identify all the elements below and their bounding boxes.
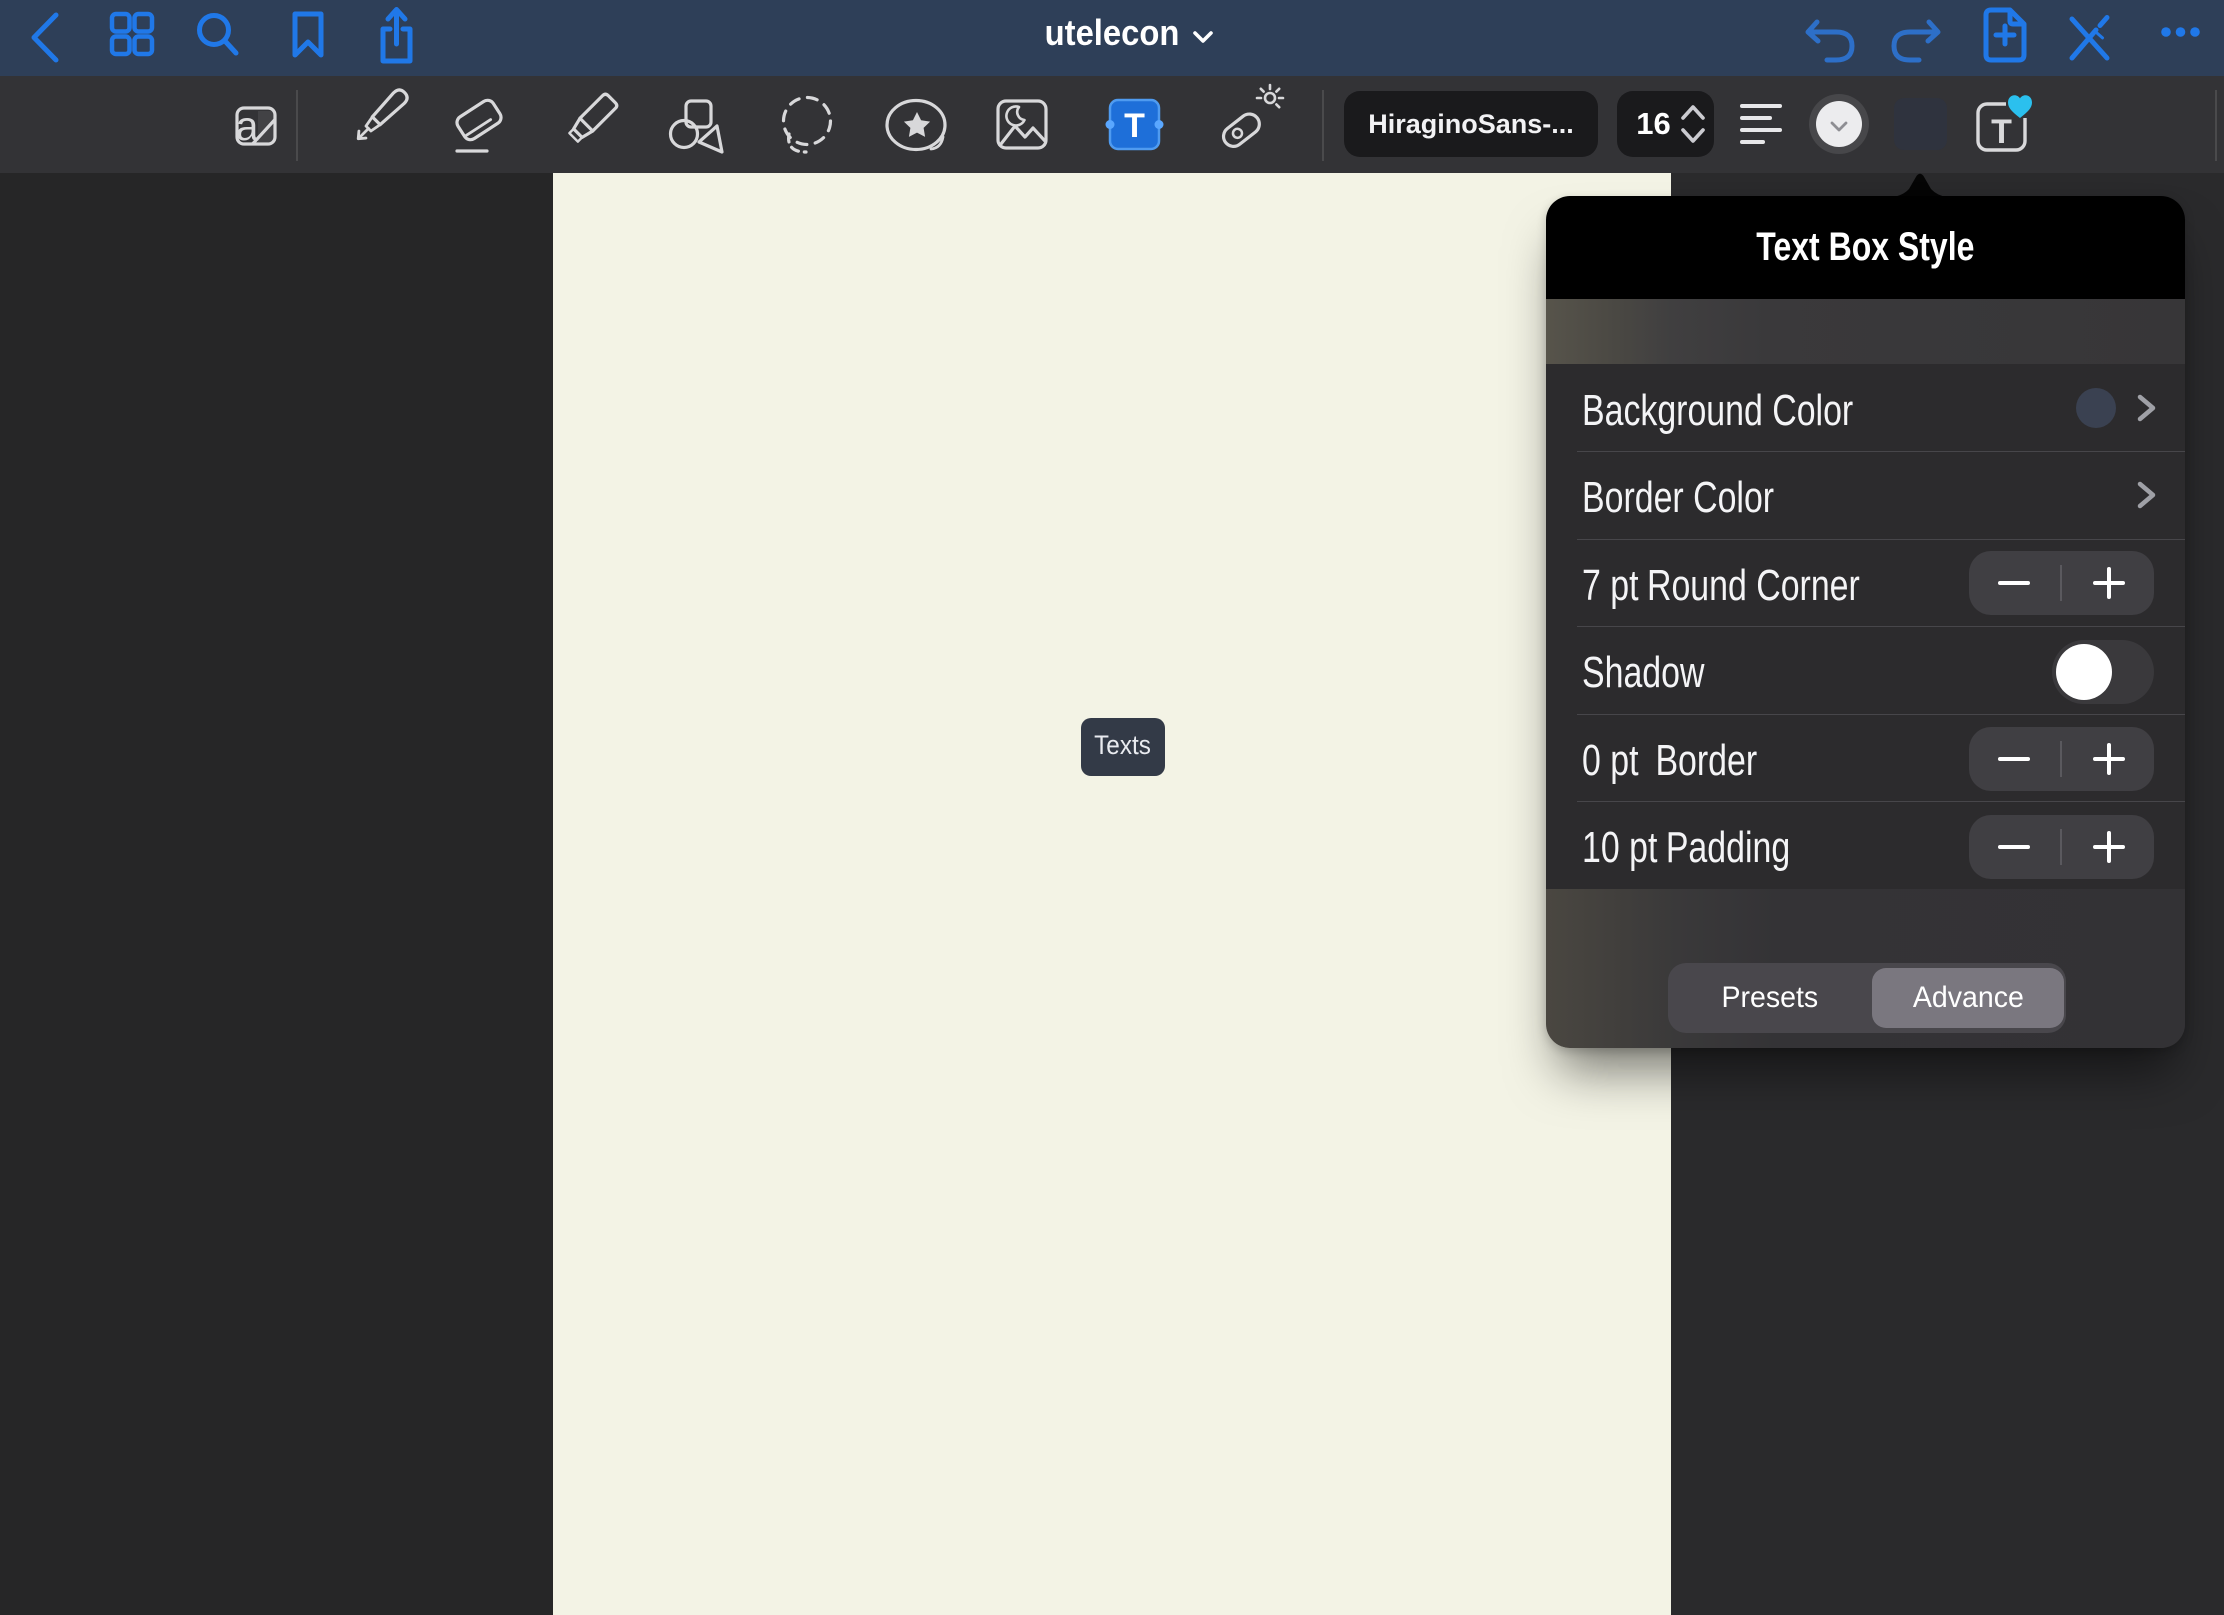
svg-text:T: T: [1124, 107, 1145, 145]
svg-text:a: a: [236, 103, 259, 149]
svg-text:T: T: [1991, 113, 2012, 151]
